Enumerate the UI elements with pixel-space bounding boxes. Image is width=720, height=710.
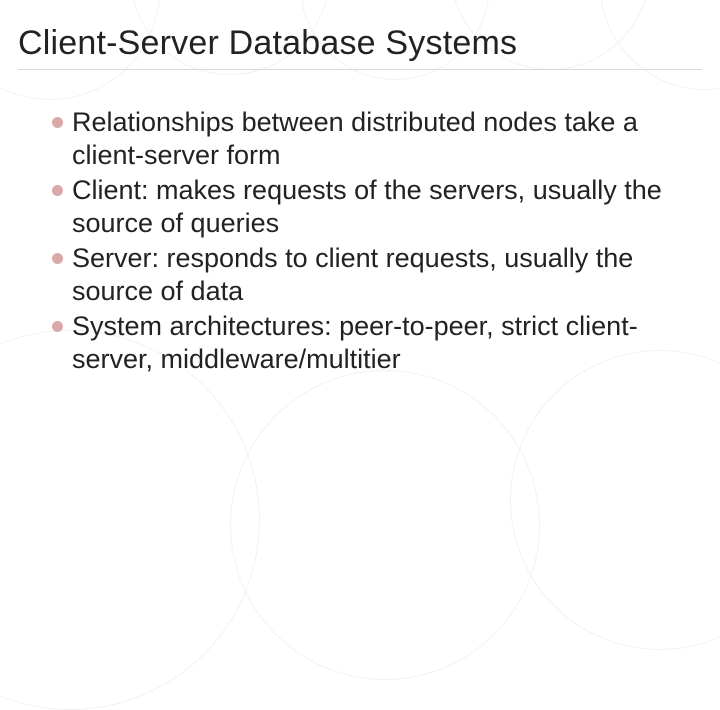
bullet-icon [52,185,63,196]
title-area: Client-Server Database Systems [0,0,720,78]
bullet-icon [52,321,63,332]
list-item: Relationships between distributed nodes … [52,106,680,172]
slide-title: Client-Server Database Systems [18,24,702,63]
list-item: Client: makes requests of the servers, u… [52,174,680,240]
bullet-text: Server: responds to client requests, usu… [72,242,680,308]
title-underline [18,69,702,70]
bullet-text: System architectures: peer-to-peer, stri… [72,310,680,376]
bullet-text: Relationships between distributed nodes … [72,106,680,172]
list-item: Server: responds to client requests, usu… [52,242,680,308]
list-item: System architectures: peer-to-peer, stri… [52,310,680,376]
bullet-text: Client: makes requests of the servers, u… [72,174,680,240]
bullet-icon [52,253,63,264]
bullet-icon [52,117,63,128]
slide-body: Relationships between distributed nodes … [0,78,720,376]
